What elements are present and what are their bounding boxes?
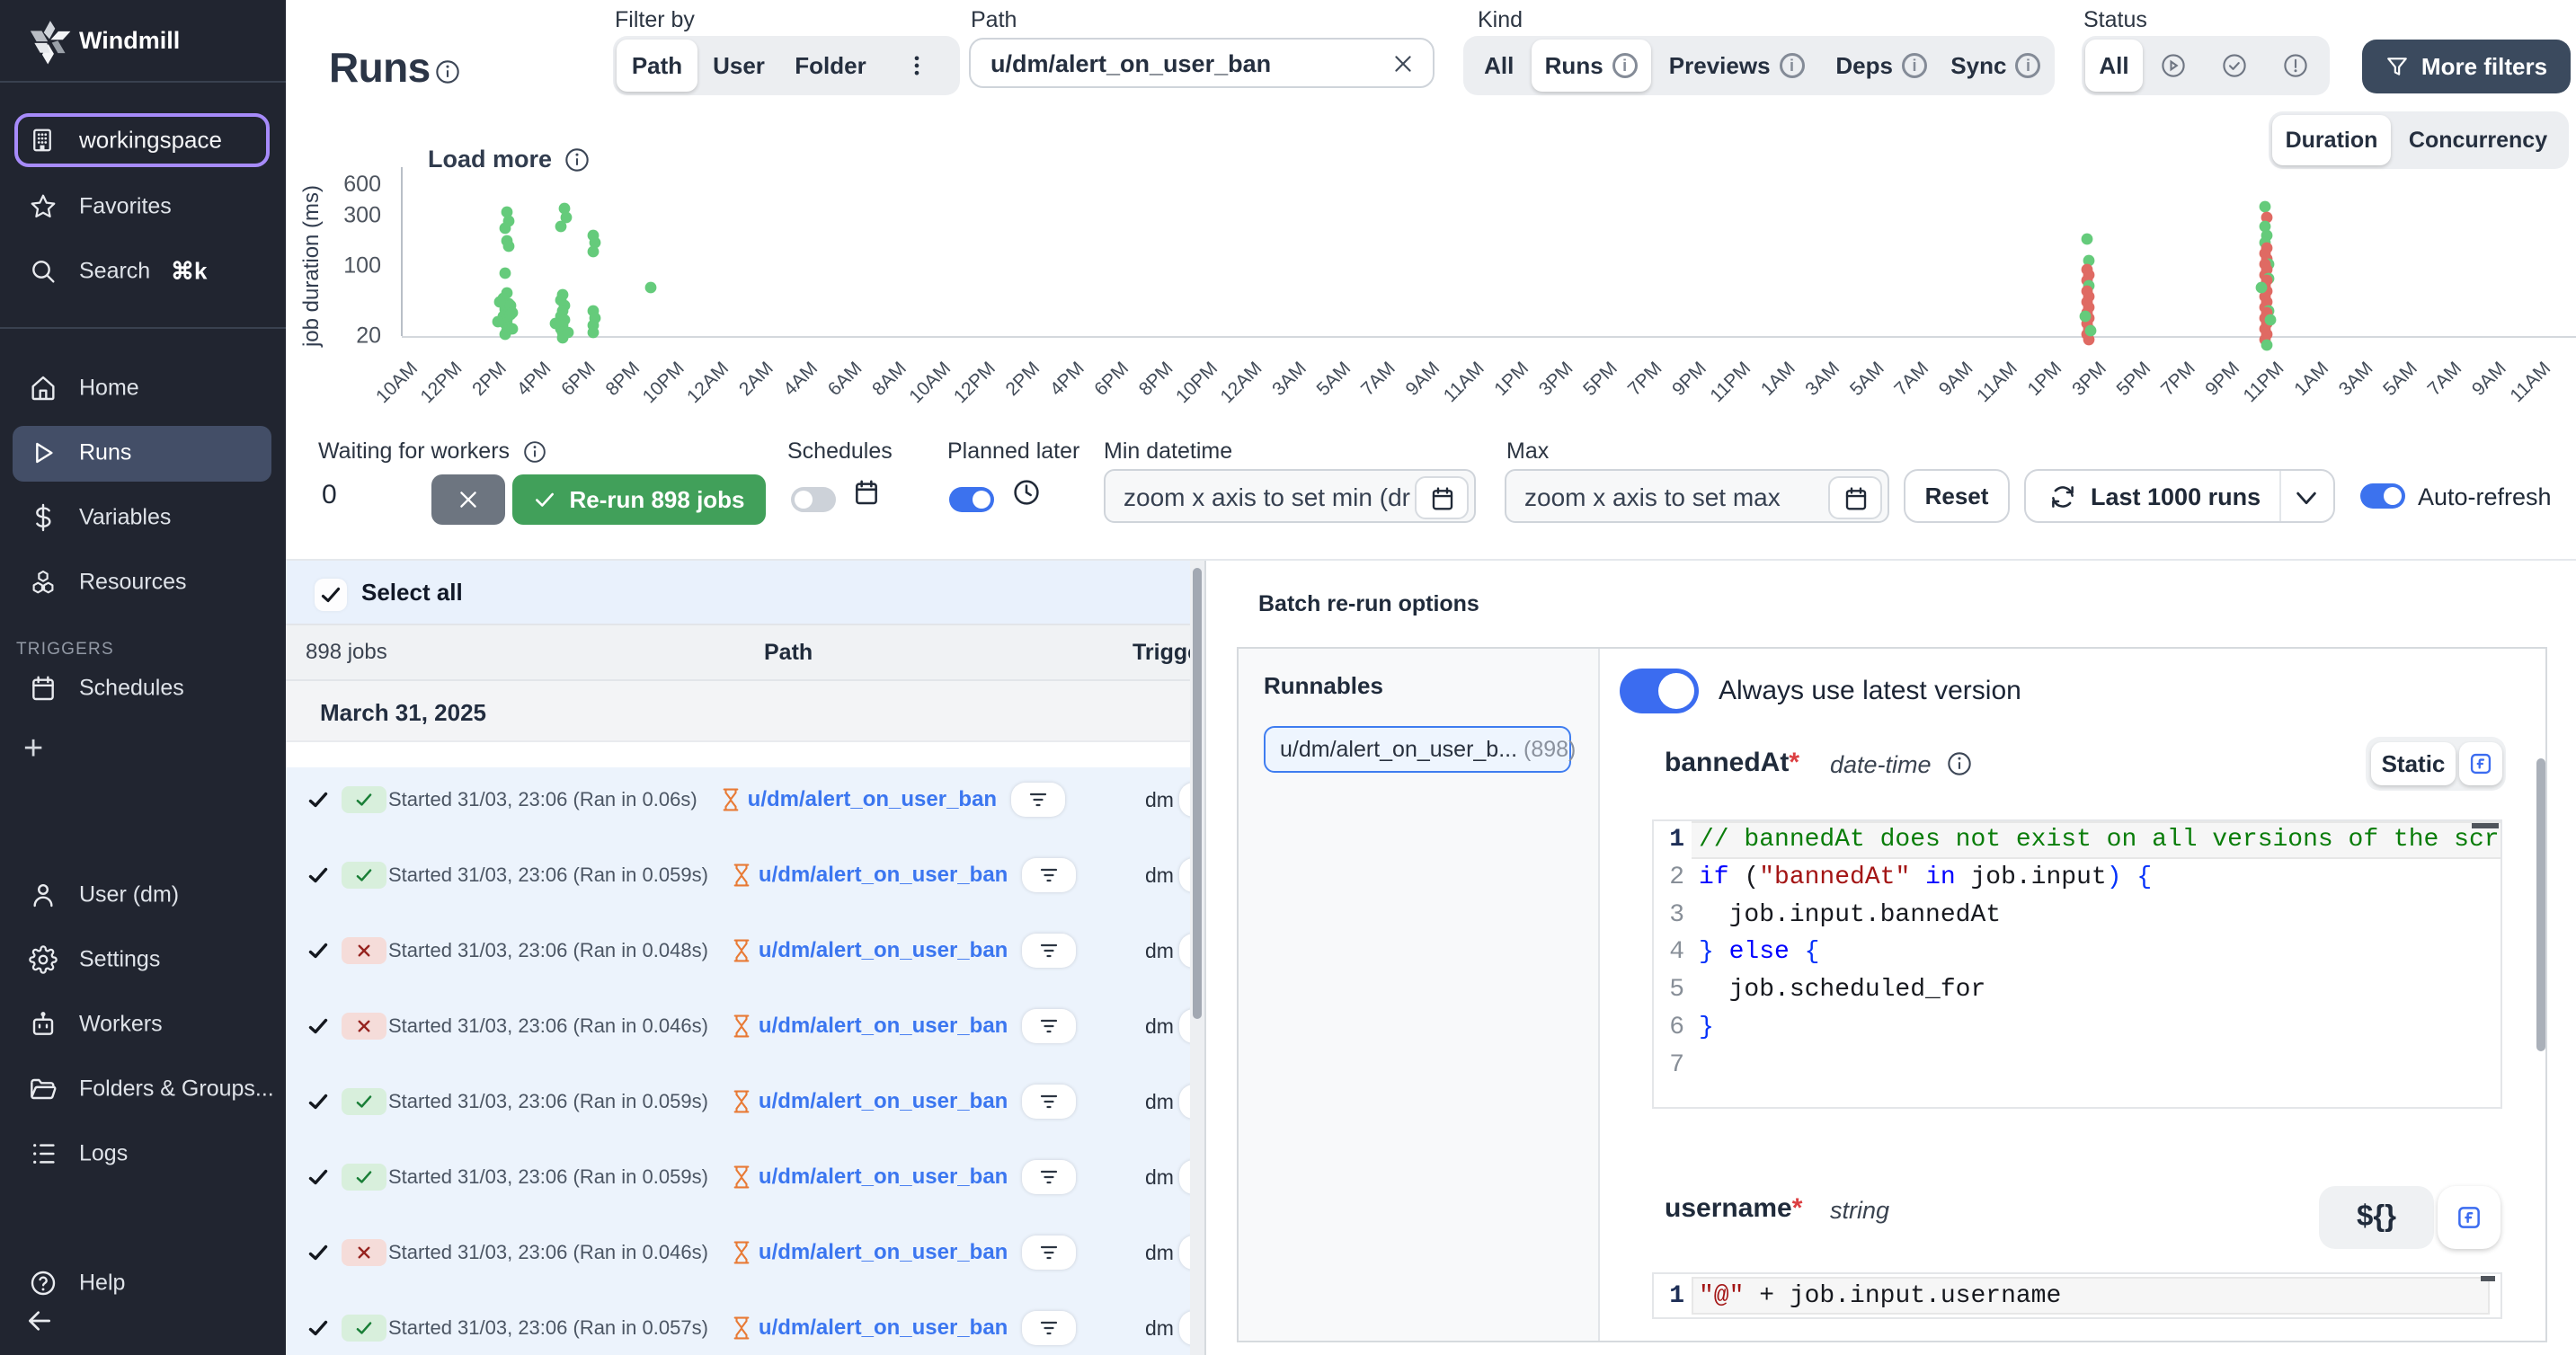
svg-text:3AM: 3AM (2335, 358, 2377, 400)
svg-text:11AM: 11AM (2506, 358, 2554, 404)
svg-text:4AM: 4AM (779, 358, 822, 400)
svg-text:9PM: 9PM (1668, 358, 1710, 400)
svg-text:3PM: 3PM (2068, 358, 2110, 400)
svg-text:11AM: 11AM (1440, 358, 1488, 404)
svg-text:7AM: 7AM (2424, 358, 2466, 400)
svg-text:3AM: 3AM (1268, 358, 1310, 400)
svg-text:5AM: 5AM (2379, 358, 2421, 400)
svg-text:5AM: 5AM (1846, 358, 1888, 400)
svg-text:7PM: 7PM (2157, 358, 2199, 400)
svg-text:7PM: 7PM (1624, 358, 1666, 400)
svg-text:6AM: 6AM (824, 358, 866, 400)
svg-text:1AM: 1AM (2290, 358, 2332, 400)
svg-text:11PM: 11PM (2240, 358, 2288, 404)
svg-text:2PM: 2PM (468, 358, 511, 400)
svg-text:job duration (ms): job duration (ms) (299, 185, 324, 348)
svg-text:10PM: 10PM (1172, 358, 1221, 404)
svg-text:11PM: 11PM (1706, 358, 1754, 404)
svg-text:8AM: 8AM (868, 358, 910, 400)
svg-text:12AM: 12AM (683, 358, 733, 404)
svg-text:12PM: 12PM (950, 358, 999, 404)
svg-text:11AM: 11AM (1973, 358, 2021, 404)
svg-text:100: 100 (343, 253, 381, 279)
svg-text:9AM: 9AM (2468, 358, 2510, 400)
svg-text:9AM: 9AM (1935, 358, 1977, 400)
svg-text:1AM: 1AM (1757, 358, 1799, 400)
svg-text:8PM: 8PM (1135, 358, 1177, 400)
svg-text:6PM: 6PM (1090, 358, 1133, 400)
svg-text:5AM: 5AM (1313, 358, 1355, 400)
svg-text:10AM: 10AM (372, 358, 422, 404)
svg-text:1PM: 1PM (1490, 358, 1532, 400)
svg-text:600: 600 (343, 172, 381, 197)
svg-text:10AM: 10AM (905, 358, 955, 404)
svg-text:3AM: 3AM (1801, 358, 1843, 400)
svg-text:9AM: 9AM (1402, 358, 1444, 400)
svg-text:2AM: 2AM (735, 358, 777, 400)
svg-text:4PM: 4PM (1046, 358, 1088, 400)
svg-text:3PM: 3PM (1535, 358, 1577, 400)
svg-text:12AM: 12AM (1216, 358, 1266, 404)
svg-text:9PM: 9PM (2201, 358, 2243, 400)
svg-text:4PM: 4PM (513, 358, 555, 400)
svg-text:7AM: 7AM (1357, 358, 1399, 400)
svg-text:1PM: 1PM (2024, 358, 2066, 400)
svg-text:300: 300 (343, 203, 381, 228)
svg-text:6PM: 6PM (557, 358, 600, 400)
svg-text:5PM: 5PM (1579, 358, 1621, 400)
svg-text:12PM: 12PM (416, 358, 466, 404)
svg-text:20: 20 (356, 323, 381, 349)
svg-text:7AM: 7AM (1890, 358, 1932, 400)
svg-text:5PM: 5PM (2113, 358, 2155, 400)
svg-text:8PM: 8PM (602, 358, 644, 400)
svg-text:10PM: 10PM (639, 358, 688, 404)
svg-text:2PM: 2PM (1002, 358, 1044, 400)
